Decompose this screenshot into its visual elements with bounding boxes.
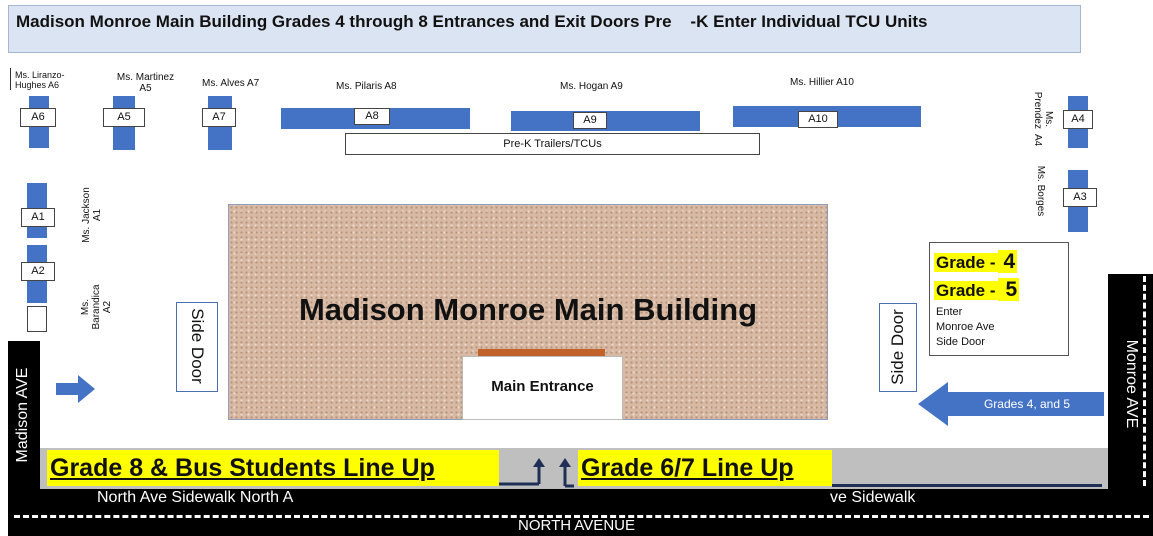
teacher-label-a8: Ms. Pilaris A8 [336,81,397,92]
unit-a4: A4 [1063,110,1093,129]
label-bracket [10,68,13,90]
grades-4-5-arrow-label: Grades 4, and 5 [983,397,1071,411]
lineup-arrows [499,458,574,488]
grade-4-line: Grade -4 [934,250,1018,274]
unit-a2: A2 [21,262,55,281]
teacher-label-a2: Ms. Barandica A2 [80,284,113,330]
unit-empty-box [27,306,47,332]
teacher-label-a9: Ms. Hogan A9 [560,81,623,92]
lineup-right-label: Grade 6/7 Line Up [581,454,794,482]
main-entrance-canopy [478,349,605,356]
grade-panel-line1: Enter [936,306,963,318]
teacher-label-a7: Ms. Alves A7 [202,78,260,89]
grade-5-label: Grade - [934,281,998,300]
monroe-ave-label: Monroe AVE [1123,339,1140,429]
side-door-right-label: Side Door [888,309,907,385]
unit-a5: A5 [103,108,145,127]
grade-4-label: Grade - [934,253,998,272]
unit-a8: A8 [354,108,390,125]
unit-a9: A9 [573,112,607,129]
madison-ave-label: Madison AVE [14,367,31,463]
grade-panel-line3: Side Door [936,336,985,348]
unit-a1: A1 [21,208,55,227]
unit-a7: A7 [202,108,236,127]
unit-a10: A10 [798,111,838,128]
lineup-left-label: Grade 8 & Bus Students Line Up [50,454,435,482]
unit-a6: A6 [20,108,56,127]
madison-entry-arrow [56,375,95,403]
side-door-left-label: Side Door [188,308,207,384]
sidewalk-left-label: North Ave Sidewalk North A [97,489,294,506]
grade-4-number: 4 [997,250,1018,273]
grade-panel-line2: Monroe Ave [936,321,995,333]
teacher-label-a6: Ms. Liranzo- Hughes A6 [15,70,65,90]
grade-5-number: 5 [997,278,1020,301]
page-title: Madison Monroe Main Building Grades 4 th… [16,12,928,31]
main-entrance-label: Main Entrance [491,378,594,395]
teacher-label-a4: Ms. Prendez A4 [1032,91,1054,147]
main-building-label: Madison Monroe Main Building [298,292,758,327]
sidewalk-right-label: ve Sidewalk [830,489,916,506]
teacher-label-a10: Ms. Hillier A10 [790,77,854,88]
unit-a3: A3 [1063,188,1097,207]
teacher-label-a5: Ms. Martinez A5 [116,72,175,94]
prek-trailers: Pre-K Trailers/TCUs [345,133,760,155]
monroe-ave-centerline [1143,276,1146,486]
lineup-right-rail [832,484,1102,487]
grade-panel-text: Enter Monroe Ave Side Door [936,305,995,350]
north-avenue-label: NORTH AVENUE [518,517,635,534]
teacher-label-a1: Ms. Jackson A1 [81,187,103,243]
grade-5-line: Grade -5 [934,278,1020,302]
teacher-label-a3: Ms. Borges [1035,165,1046,217]
